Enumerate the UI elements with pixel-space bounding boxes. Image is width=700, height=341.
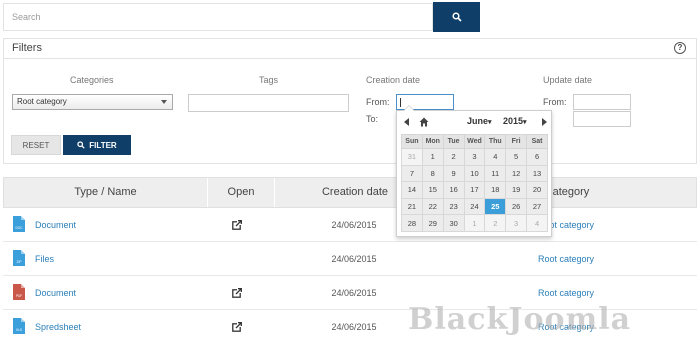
calendar-day[interactable]: 15 (421, 181, 444, 199)
category-select-value: Root category (17, 97, 67, 106)
table-row: ZIP Files 24/06/2015 Root category (3, 242, 697, 276)
file-icon: DOC (13, 216, 25, 232)
calendar-day[interactable]: 8 (421, 164, 444, 183)
column-type-name: Type / Name (74, 186, 137, 198)
calendar-day[interactable]: 10 (463, 164, 486, 183)
calendar-day[interactable]: 31 (401, 148, 423, 166)
calendar-day[interactable]: 19 (505, 181, 528, 199)
calendar-day[interactable]: 28 (401, 214, 423, 232)
calendar-day[interactable]: 20 (526, 181, 548, 199)
calendar-day[interactable]: 14 (401, 181, 423, 199)
calendar-day[interactable]: 1 (463, 214, 486, 232)
weekday-header: Mon (421, 134, 444, 149)
file-icon: ZIP (13, 250, 25, 266)
calendar-day[interactable]: 18 (484, 181, 507, 199)
creation-to-label: To: (366, 114, 379, 124)
weekday-header: Tue (442, 134, 465, 149)
update-from-input[interactable] (573, 94, 631, 110)
weekday-header: Sat (526, 134, 548, 149)
filter-button-label: FILTER (89, 140, 117, 150)
file-icon: XLS (13, 318, 25, 334)
svg-text:DOC: DOC (15, 226, 23, 230)
creation-date-label: Creation date (366, 75, 421, 85)
svg-text:PDF: PDF (16, 294, 22, 298)
calendar-day[interactable]: 3 (505, 214, 528, 232)
home-icon[interactable] (419, 117, 429, 127)
open-external-icon[interactable] (232, 220, 242, 230)
calendar-day[interactable]: 29 (421, 214, 444, 232)
weekday-header: Sun (401, 134, 423, 149)
calendar-day[interactable]: 9 (442, 164, 465, 183)
calendar-day[interactable]: 27 (526, 197, 548, 216)
calendar-day[interactable]: 3 (463, 148, 486, 166)
calendar-day[interactable]: 17 (463, 181, 486, 199)
document-name-link[interactable]: Spredsheet (35, 310, 81, 341)
calendar-day[interactable]: 4 (526, 214, 548, 232)
svg-text:XLS: XLS (16, 328, 22, 332)
document-name-link[interactable]: Document (35, 208, 76, 242)
calendar-day[interactable]: 30 (442, 214, 465, 232)
calendar-day[interactable]: 25 (484, 197, 507, 216)
column-open: Open (227, 186, 255, 198)
chevron-down-icon (161, 100, 167, 104)
category-select[interactable]: Root category (12, 94, 173, 110)
watermark: BlackJoomla (408, 302, 632, 337)
calendar-day[interactable]: 23 (442, 197, 465, 216)
tags-input[interactable] (188, 94, 349, 112)
calendar-day[interactable]: 11 (484, 164, 507, 183)
file-icon: PDF (13, 284, 25, 300)
calendar-day[interactable]: 24 (463, 197, 486, 216)
search-input[interactable] (3, 3, 433, 31)
calendar-day[interactable]: 22 (421, 197, 444, 216)
search-icon (77, 141, 85, 149)
calendar-day[interactable]: 7 (401, 164, 423, 183)
table-row: DOC Document 24/06/2015 Root category (3, 208, 697, 242)
calendar-day[interactable]: 12 (505, 164, 528, 183)
help-icon[interactable]: ? (674, 42, 686, 54)
filters-title: Filters (4, 39, 696, 59)
prev-month-icon[interactable] (404, 118, 409, 126)
svg-text:ZIP: ZIP (17, 260, 22, 264)
filters-panel: Filters ? Categories Root category Tags … (3, 38, 697, 164)
calendar-day[interactable]: 26 (505, 197, 528, 216)
update-from-label: From: (543, 97, 567, 107)
datepicker: June▾ 2015▾ Sun Mon Tue Wed Thu Fri Sat 31 1 2 3 4… (396, 105, 552, 237)
calendar-day[interactable]: 13 (526, 164, 548, 183)
creation-from-label: From: (366, 97, 390, 107)
year-select[interactable]: 2015▾ (503, 116, 527, 126)
categories-label: Categories (70, 75, 114, 85)
creation-date-cell: 24/06/2015 (331, 254, 377, 264)
calendar-day[interactable]: 1 (421, 148, 444, 166)
tags-label: Tags (259, 75, 279, 85)
calendar-day[interactable]: 5 (505, 148, 528, 166)
calendar-day[interactable]: 2 (484, 214, 507, 232)
open-external-icon[interactable] (232, 322, 242, 332)
weekday-header: Wed (463, 134, 486, 149)
calendar-day[interactable]: 6 (526, 148, 548, 166)
month-select[interactable]: June▾ (467, 116, 492, 126)
open-external-icon[interactable] (232, 288, 242, 298)
calendar-day[interactable]: 16 (442, 181, 465, 199)
update-to-input[interactable] (573, 111, 631, 127)
reset-button[interactable]: RESET (11, 135, 61, 155)
update-date-label: Update date (543, 75, 593, 85)
calendar-grid: Sun Mon Tue Wed Thu Fri Sat 31 1 2 3 4 5 6 7 8 9 10 11 12 1… (401, 134, 548, 232)
document-name-link[interactable]: Files (35, 242, 54, 276)
category-link[interactable]: Root category (435, 242, 697, 276)
weekday-header: Fri (505, 134, 528, 149)
weekday-header: Thu (484, 134, 507, 149)
next-month-icon[interactable] (542, 118, 547, 126)
filter-button[interactable]: FILTER (63, 135, 131, 155)
calendar-day[interactable]: 4 (484, 148, 507, 166)
search-button[interactable] (433, 2, 480, 32)
table-header: Type / Name Open Creation date Category (3, 177, 697, 208)
document-name-link[interactable]: Document (35, 276, 76, 310)
calendar-day[interactable]: 2 (442, 148, 465, 166)
calendar-day[interactable]: 21 (401, 197, 423, 216)
search-icon (451, 12, 462, 22)
